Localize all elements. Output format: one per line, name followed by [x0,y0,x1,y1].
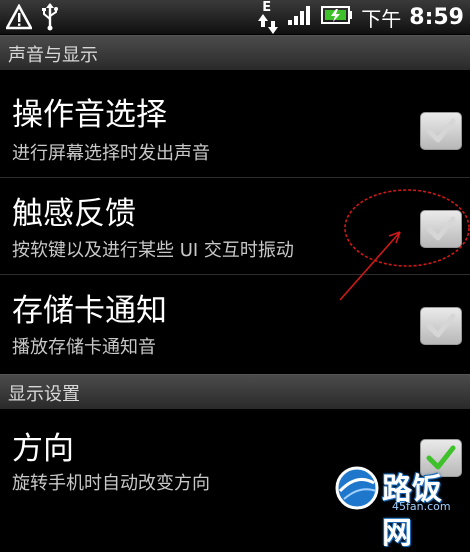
data-arrows-icon: E [257,0,279,34]
setting-title: 方向 [12,431,74,467]
check-icon [426,313,456,338]
network-type: E [262,0,272,15]
setting-row-sd-card-notify[interactable]: 存储卡通知 播放存储卡通知音 [0,275,470,373]
setting-title: 存储卡通知 [12,293,167,329]
status-bar: E 下午 8:59 [0,0,470,35]
globe-logo-icon [335,466,379,510]
section-title: 显示设置 [8,384,80,405]
setting-row-touch-sound[interactable]: 操作音选择 进行屏幕选择时发出声音 [0,70,470,176]
am-pm-label: 下午 [361,6,402,31]
watermark: 路饭网 45fan.com [330,462,470,551]
usb-icon [40,3,60,35]
touch-sound-checkbox[interactable] [420,112,462,150]
section-title: 声音与显示 [8,45,98,66]
section-header-display-settings: 显示设置 [0,374,470,410]
check-icon [426,216,456,241]
setting-summary: 播放存储卡通知音 [12,337,156,358]
clock-time: 8:59 [409,4,464,30]
signal-icon [287,4,313,30]
setting-row-haptic-feedback[interactable]: 触感反馈 按软键以及进行某些 UI 交互时振动 [0,178,470,274]
setting-summary: 按软键以及进行某些 UI 交互时振动 [12,240,294,261]
setting-title: 操作音选择 [12,97,167,133]
check-icon [426,118,456,143]
setting-summary: 旋转手机时自动改变方向 [12,473,210,494]
section-header-sound-display: 声音与显示 [0,35,470,71]
haptic-feedback-checkbox[interactable] [420,210,462,248]
battery-icon [321,5,353,29]
setting-summary: 进行屏幕选择时发出声音 [12,143,210,164]
sd-card-notify-checkbox[interactable] [420,307,462,345]
setting-title: 触感反馈 [12,196,136,232]
watermark-url: 45fan.com [392,500,451,513]
warning-icon [4,3,34,34]
